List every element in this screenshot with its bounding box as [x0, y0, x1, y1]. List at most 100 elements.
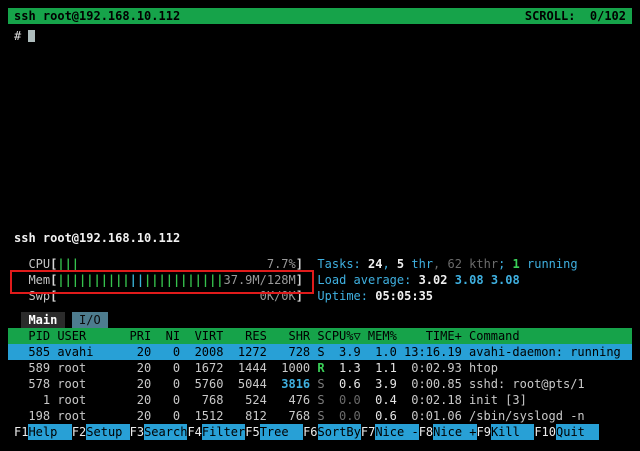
tasks-stat: Tasks: 24, 5 thr, 62 kthr; 1 running — [317, 256, 577, 272]
cell-mem: 3.9 — [361, 376, 397, 392]
fkey-label: Setup — [86, 424, 129, 440]
scroll-indicator: SCROLL: 0/102 — [525, 8, 626, 24]
cell-pri: 20 — [122, 344, 151, 360]
fkey-search[interactable]: F3Search — [130, 424, 188, 440]
process-row[interactable]: 1 root 20 0 768 524 476 S 0.0 0.4 0:02.1… — [8, 392, 632, 408]
fkey-nice-plus[interactable]: F8Nice + — [419, 424, 477, 440]
header-cpu-sort[interactable]: CPU%▽ — [325, 328, 361, 344]
cell-state: S — [310, 344, 324, 360]
cell-ni: 0 — [151, 392, 180, 408]
cell-shr: 1000 — [267, 360, 310, 376]
uptime-label: Uptime: — [317, 288, 375, 304]
process-row[interactable]: 578 root 20 0 5760 5044 3816 S 0.6 3.9 0… — [8, 376, 632, 392]
cell-mem: 1.0 — [361, 344, 397, 360]
swap-meter-value: 0K/0K — [260, 288, 296, 304]
process-row-selected[interactable]: 585 avahi 20 0 2008 1272 728 S 3.9 1.0 1… — [8, 344, 632, 360]
cell-mem: 0.4 — [361, 392, 397, 408]
cell-pid: 198 — [14, 408, 50, 424]
fkey-label: Help — [28, 424, 71, 440]
header-res[interactable]: RES — [223, 328, 266, 344]
cell-time: 13:16.19 — [397, 344, 462, 360]
bottom-terminal-pane[interactable]: ssh root@192.168.10.112 CPU [ |||7.7% ] … — [8, 230, 632, 440]
load-label: Load average: — [317, 272, 418, 288]
header-pid[interactable]: PID — [14, 328, 50, 344]
header-command[interactable]: Command — [469, 328, 632, 344]
fkey-number: F3 — [130, 424, 144, 440]
bottom-session-title: ssh root@192.168.10.112 — [8, 230, 632, 246]
header-ni[interactable]: NI — [151, 328, 180, 344]
uptime-value: 05:05:35 — [375, 288, 433, 304]
bracket-open: [ — [50, 288, 57, 304]
fkey-setup[interactable]: F2Setup — [72, 424, 130, 440]
fkey-label: Search — [144, 424, 187, 440]
fkey-label: Kill — [491, 424, 534, 440]
cpu-meter-value: 7.7% — [267, 256, 296, 272]
cell-shr: 3816 — [267, 376, 310, 392]
cell-user: root — [57, 408, 122, 424]
uptime-stat: Uptime: 05:05:35 — [317, 288, 433, 304]
cell-pid: 578 — [14, 376, 50, 392]
cell-shr: 768 — [267, 408, 310, 424]
fkey-sortby[interactable]: F6SortBy — [303, 424, 361, 440]
header-mem[interactable]: MEM% — [361, 328, 397, 344]
cell-pri: 20 — [122, 392, 151, 408]
cell-cpu: 0.0 — [325, 408, 361, 424]
fkey-label: SortBy — [318, 424, 361, 440]
cell-res: 5044 — [223, 376, 266, 392]
cell-state: R — [310, 360, 324, 376]
cell-time: 0:00.85 — [397, 376, 462, 392]
swap-meter-bar: 0K/0K — [57, 288, 295, 304]
cell-cpu: 3.9 — [325, 344, 361, 360]
header-pri[interactable]: PRI — [122, 328, 151, 344]
thread-label: thr — [404, 256, 433, 272]
swap-meter-line: Swp [ 0K/0K ] Uptime: 05:05:35 — [8, 288, 632, 304]
cell-state: S — [310, 408, 324, 424]
tab-main[interactable]: Main — [21, 312, 64, 328]
tasks-total: 24 — [368, 256, 382, 272]
header-user[interactable]: USER — [57, 328, 122, 344]
separator: ; — [498, 256, 512, 272]
header-shr[interactable]: SHR — [267, 328, 310, 344]
process-row[interactable]: 198 root 20 0 1512 812 768 S 0.0 0.6 0:0… — [8, 408, 632, 424]
cell-cpu: 0.0 — [325, 392, 361, 408]
running-count: 1 — [513, 256, 520, 272]
cell-ni: 0 — [151, 344, 180, 360]
process-row[interactable]: 589 root 20 0 1672 1444 1000 R 1.3 1.1 0… — [8, 360, 632, 376]
fkey-number: F4 — [187, 424, 201, 440]
thread-count: 5 — [397, 256, 404, 272]
fkey-number: F9 — [477, 424, 491, 440]
mem-meter-bar: |||||||||||||||||||||||37.9M/128M — [57, 272, 295, 288]
cell-pri: 20 — [122, 360, 151, 376]
cell-shr: 728 — [267, 344, 310, 360]
fkey-number: F2 — [72, 424, 86, 440]
fkey-kill[interactable]: F9Kill — [477, 424, 535, 440]
cell-pid: 585 — [14, 344, 50, 360]
top-terminal-pane[interactable]: ssh root@192.168.10.112 SCROLL: 0/102 # — [8, 8, 632, 44]
cell-command: init [3] — [469, 392, 632, 408]
tab-io[interactable]: I/O — [72, 312, 108, 328]
cell-res: 1272 — [223, 344, 266, 360]
fkey-quit[interactable]: F10Quit — [534, 424, 599, 440]
top-status-bar: ssh root@192.168.10.112 SCROLL: 0/102 — [8, 8, 632, 24]
fkey-nice-minus[interactable]: F7Nice - — [361, 424, 419, 440]
fkey-help[interactable]: F1Help — [14, 424, 72, 440]
cell-time: 0:01.06 — [397, 408, 462, 424]
terminal-screen: ssh root@192.168.10.112 SCROLL: 0/102 # … — [0, 0, 640, 451]
cell-res: 1444 — [223, 360, 266, 376]
cell-pid: 1 — [14, 392, 50, 408]
fkey-tree[interactable]: F5Tree — [245, 424, 303, 440]
separator: , — [382, 256, 396, 272]
shell-prompt-line[interactable]: # — [8, 28, 632, 44]
load-five: 3.08 — [447, 272, 483, 288]
cell-command: /sbin/syslogd -n — [469, 408, 632, 424]
cell-time: 0:02.93 — [397, 360, 462, 376]
fkey-filter[interactable]: F4Filter — [187, 424, 245, 440]
mem-bars-cache: ||||||||||| — [144, 273, 223, 287]
cell-user: root — [57, 360, 122, 376]
header-time[interactable]: TIME+ — [397, 328, 462, 344]
fkey-number: F7 — [361, 424, 375, 440]
header-virt[interactable]: VIRT — [180, 328, 223, 344]
header-state[interactable]: S — [310, 328, 324, 344]
screen-tabs: Main I/O — [8, 312, 632, 328]
running-label: running — [520, 256, 578, 272]
